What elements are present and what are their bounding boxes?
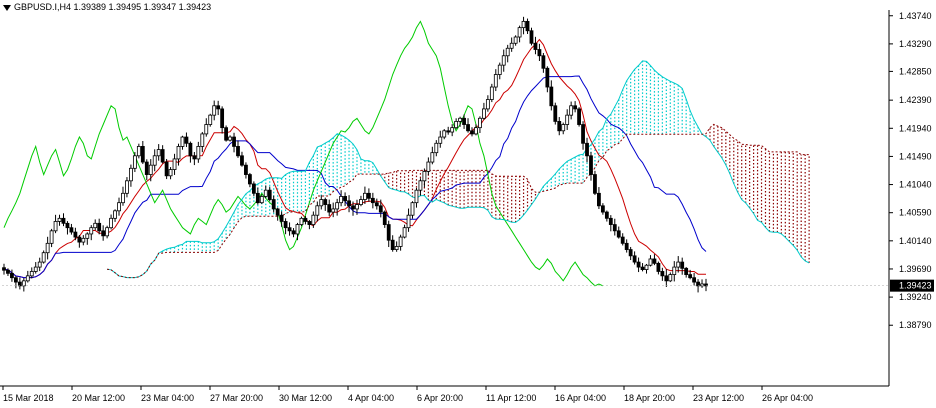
time-tick-label: 30 Mar 12:00 bbox=[279, 393, 332, 403]
collapse-triangle-icon[interactable] bbox=[3, 4, 11, 11]
current-price-label: 1.39423 bbox=[899, 281, 932, 291]
candle bbox=[593, 170, 597, 196]
price-tick-label: 1.40590 bbox=[899, 208, 932, 218]
price-tick-label: 1.43740 bbox=[899, 11, 932, 21]
time-tick-label: 23 Apr 12:00 bbox=[693, 393, 744, 403]
candle bbox=[553, 102, 558, 125]
price-tick-label: 1.41040 bbox=[899, 180, 932, 190]
candle bbox=[41, 250, 46, 264]
candle bbox=[299, 216, 304, 227]
price-tick-label: 1.39240 bbox=[899, 292, 932, 302]
time-tick-label: 16 Apr 04:00 bbox=[555, 393, 606, 403]
symbol-header: GBPUSD.I,H4 1.39389 1.39495 1.39347 1.39… bbox=[3, 2, 211, 12]
price-tick-label: 1.43290 bbox=[899, 39, 932, 49]
candle bbox=[577, 107, 581, 127]
candle bbox=[164, 158, 169, 180]
symbol-ohlc-text: GBPUSD.I,H4 1.39389 1.39495 1.39347 1.39… bbox=[14, 2, 212, 12]
price-tick-label: 1.41940 bbox=[899, 123, 932, 133]
price-tick-label: 1.38790 bbox=[899, 320, 932, 330]
time-tick-label: 6 Apr 20:00 bbox=[417, 393, 463, 403]
time-tick-label: 20 Mar 12:00 bbox=[72, 393, 125, 403]
time-tick-label: 18 Apr 20:00 bbox=[624, 393, 675, 403]
candle bbox=[208, 113, 213, 127]
price-tick-label: 1.39690 bbox=[899, 264, 932, 274]
time-tick-label: 23 Mar 04:00 bbox=[141, 393, 194, 403]
time-tick-label: 26 Apr 04:00 bbox=[762, 393, 813, 403]
time-tick-label: 11 Apr 12:00 bbox=[486, 393, 536, 403]
price-tick-label: 1.42390 bbox=[899, 95, 932, 105]
time-tick-label: 27 Mar 20:00 bbox=[210, 393, 263, 403]
price-tick-label: 1.41490 bbox=[899, 151, 932, 161]
time-tick-label: 15 Mar 2018 bbox=[3, 393, 54, 403]
price-tick-label: 1.40140 bbox=[899, 236, 932, 246]
chart-window[interactable]: 1.43740 1.43290 1.42850 1.42390 1.41940 1.414… bbox=[0, 0, 936, 408]
price-tick-label: 1.42850 bbox=[899, 66, 932, 76]
chart-plot[interactable]: 1.43740 1.43290 1.42850 1.42390 1.41940 1.414… bbox=[0, 0, 936, 408]
candle bbox=[224, 125, 229, 142]
time-tick-label: 4 Apr 04:00 bbox=[348, 393, 394, 403]
